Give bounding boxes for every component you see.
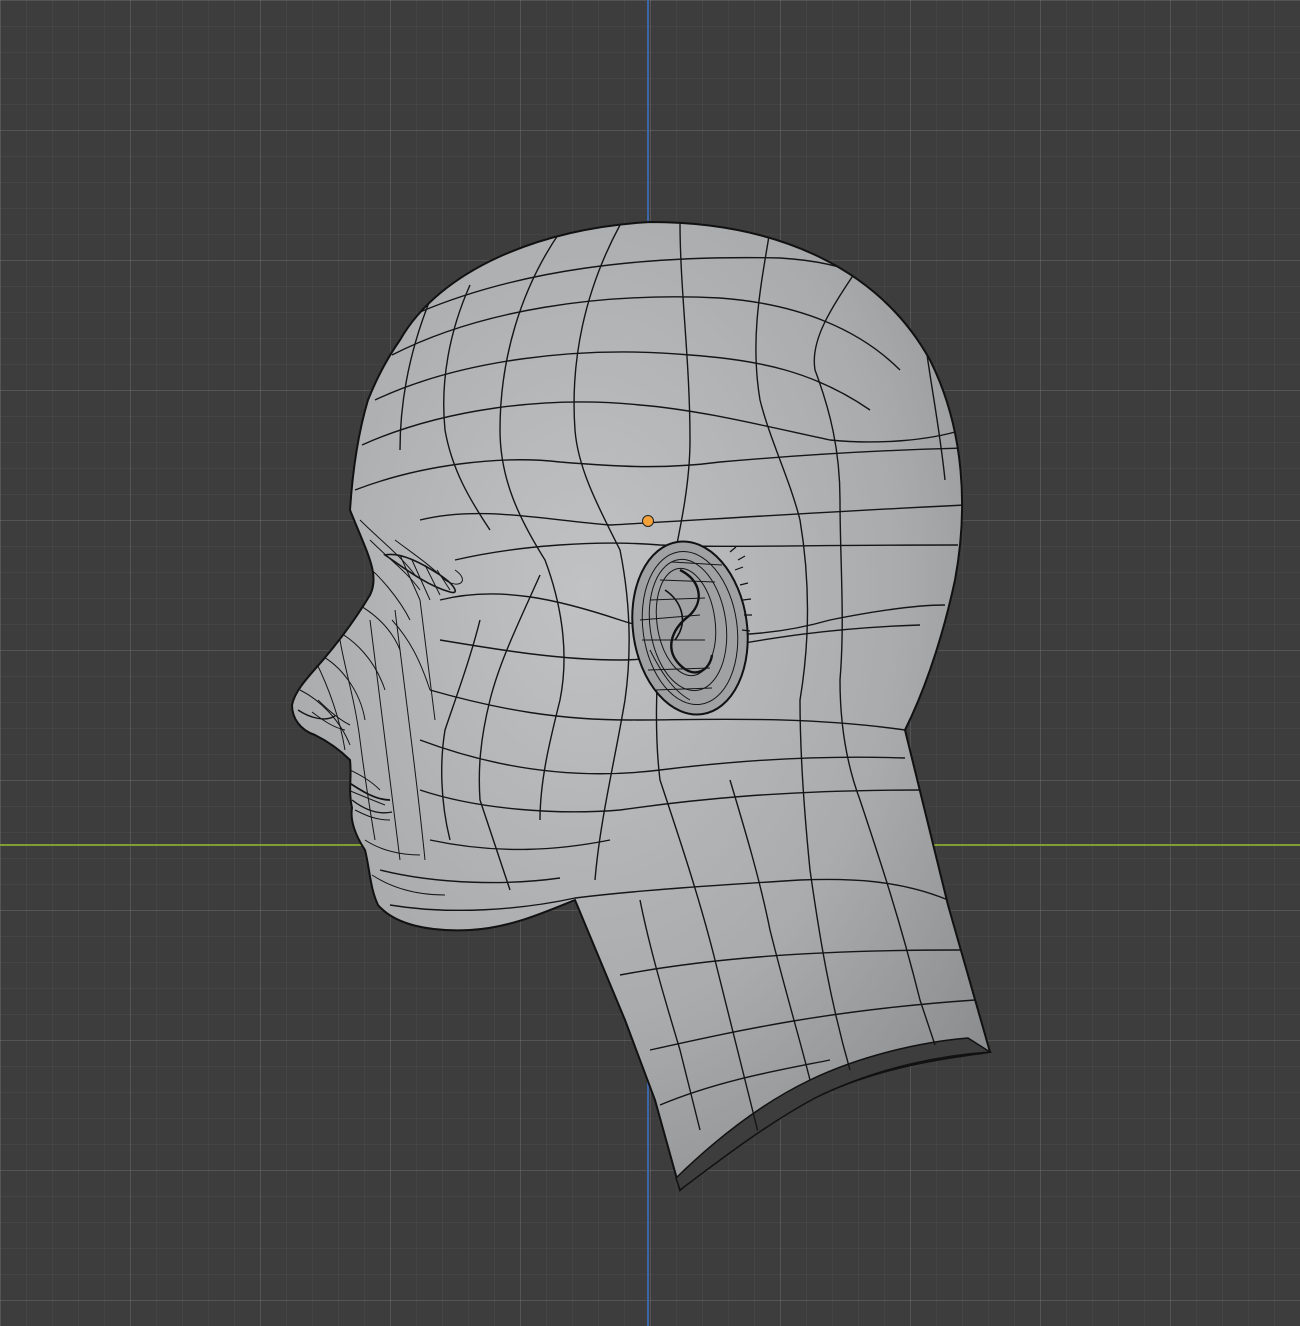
head-mesh[interactable] [0, 0, 1300, 1326]
head-silhouette [290, 220, 992, 1192]
3d-viewport[interactable] [0, 0, 1300, 1326]
object-origin-dot[interactable] [642, 515, 654, 527]
